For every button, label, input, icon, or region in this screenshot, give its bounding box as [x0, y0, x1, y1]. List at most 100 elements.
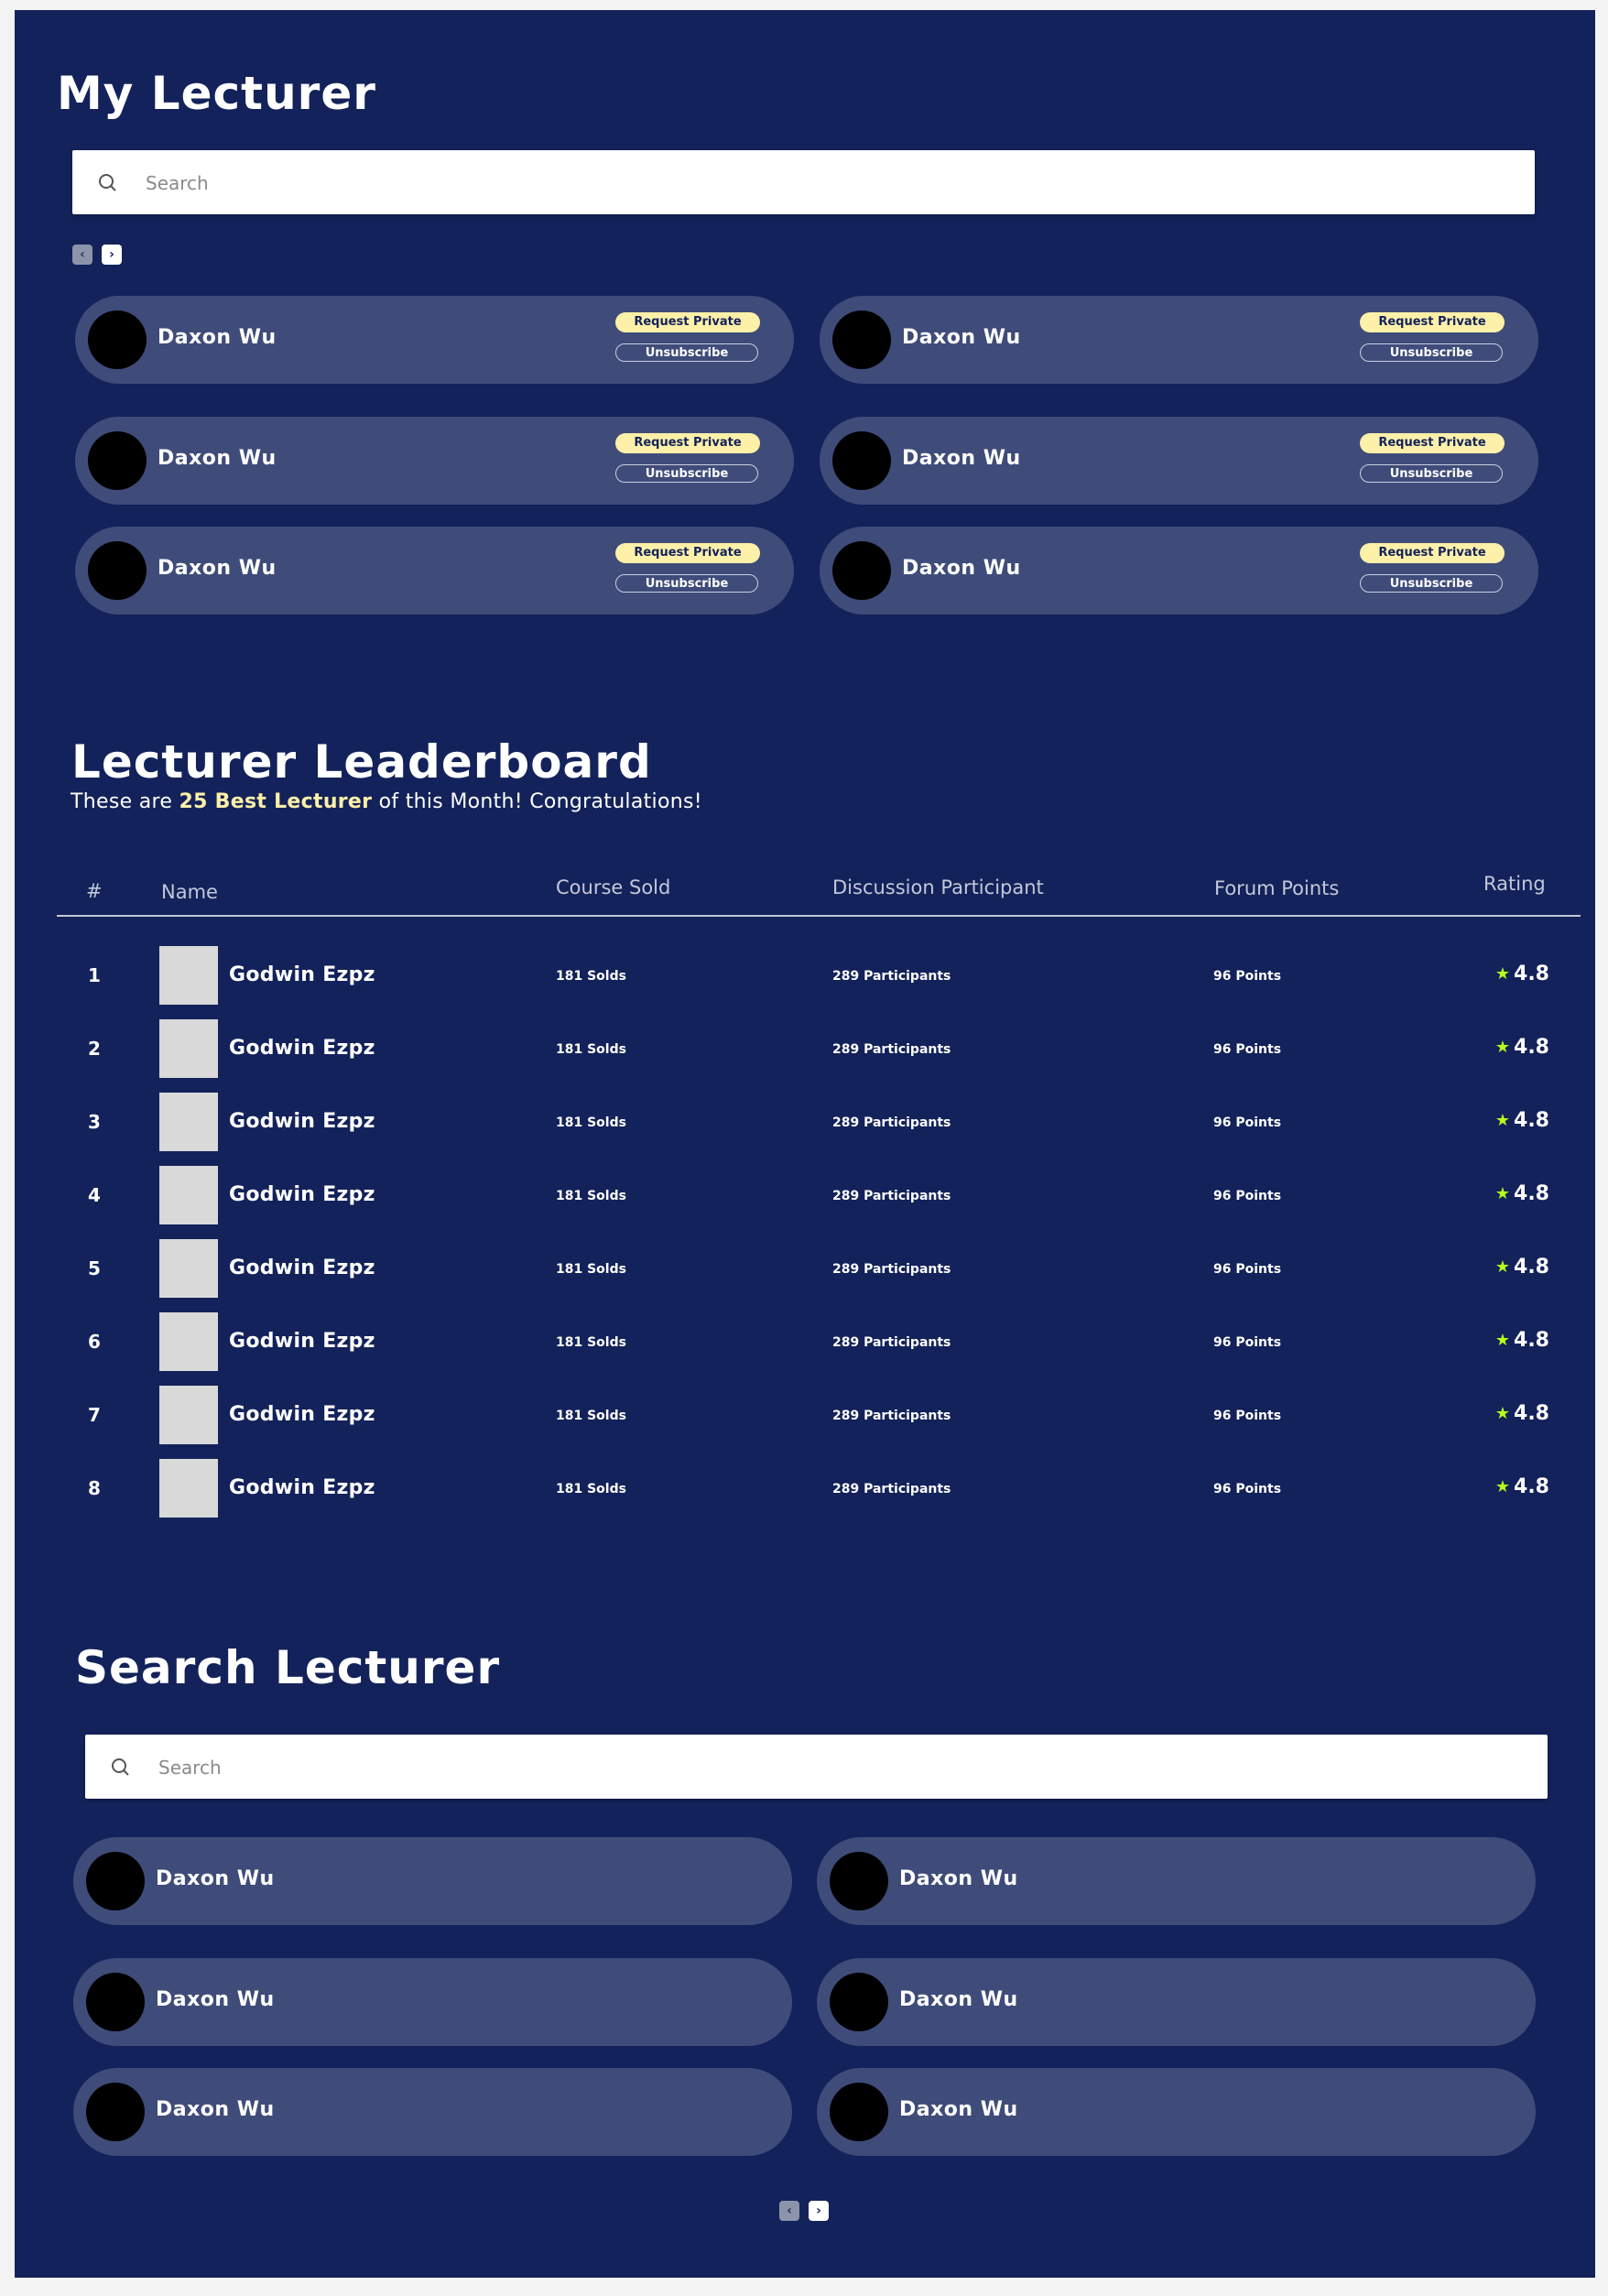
lecturer-card[interactable]: Daxon Wu: [817, 2068, 1536, 2156]
lecturer-card[interactable]: Daxon Wu: [73, 1958, 792, 2046]
request-private-button[interactable]: Request Private: [615, 312, 760, 332]
unsubscribe-button[interactable]: Unsubscribe: [1360, 574, 1503, 593]
rank: 2: [88, 1038, 101, 1060]
table-row[interactable]: 6 Godwin Ezpz 181 Solds 289 Participants…: [15, 1305, 1595, 1378]
rating: ★ 4.8: [1495, 1182, 1549, 1205]
lecturer-card[interactable]: Daxon Wu: [73, 2068, 792, 2156]
rating-value: 4.8: [1514, 963, 1549, 985]
table-row[interactable]: 1 Godwin Ezpz 181 Solds 289 Participants…: [15, 939, 1595, 1012]
star-icon: ★: [1494, 1038, 1511, 1057]
avatar: [86, 1852, 145, 1910]
lecturer-name: Daxon Wu: [902, 326, 1021, 349]
lecturer-card[interactable]: Daxon Wu Request Private Unsubscribe: [820, 296, 1538, 384]
table-row[interactable]: 4 Godwin Ezpz 181 Solds 289 Participants…: [15, 1159, 1595, 1232]
course-sold: 181 Solds: [556, 1335, 626, 1350]
rating: ★ 4.8: [1495, 1036, 1549, 1059]
avatar: [159, 1312, 218, 1371]
rating-value: 4.8: [1514, 1475, 1549, 1498]
lecturer-name: Godwin Ezpz: [229, 1183, 375, 1206]
rating: ★ 4.8: [1495, 1329, 1549, 1352]
participants: 289 Participants: [832, 1189, 951, 1203]
star-icon: ★: [1494, 964, 1511, 984]
lecturer-name: Godwin Ezpz: [229, 963, 375, 986]
rating-value: 4.8: [1514, 1036, 1549, 1059]
table-row[interactable]: 2 Godwin Ezpz 181 Solds 289 Participants…: [15, 1012, 1595, 1085]
search-lecturer-pager: ‹ ›: [779, 2201, 829, 2221]
lecturer-name: Godwin Ezpz: [229, 1403, 375, 1426]
participants: 289 Participants: [832, 1409, 951, 1423]
participants: 289 Participants: [832, 1335, 951, 1350]
rank: 6: [88, 1331, 101, 1353]
table-row[interactable]: 5 Godwin Ezpz 181 Solds 289 Participants…: [15, 1232, 1595, 1305]
unsubscribe-button[interactable]: Unsubscribe: [615, 464, 758, 483]
forum-points: 96 Points: [1213, 1189, 1282, 1203]
lecturer-card[interactable]: Daxon Wu Request Private Unsubscribe: [820, 417, 1538, 505]
lecturer-name: Godwin Ezpz: [229, 1257, 375, 1279]
unsubscribe-button[interactable]: Unsubscribe: [615, 343, 758, 362]
lecturer-name: Daxon Wu: [899, 1867, 1018, 1890]
rank: 8: [88, 1477, 101, 1499]
my-lecturer-title: My Lecturer: [57, 67, 376, 120]
avatar: [159, 1386, 218, 1444]
chevron-right-icon[interactable]: ›: [102, 245, 122, 265]
rating-value: 4.8: [1514, 1402, 1549, 1425]
chevron-right-icon[interactable]: ›: [809, 2201, 829, 2221]
forum-points: 96 Points: [1213, 1482, 1282, 1496]
search-input[interactable]: [157, 1735, 1331, 1801]
lecturer-card[interactable]: Daxon Wu: [73, 1837, 792, 1925]
subtitle-highlight: 25 Best Lecturer: [179, 790, 373, 813]
forum-points: 96 Points: [1213, 1042, 1282, 1057]
request-private-button[interactable]: Request Private: [1360, 312, 1505, 332]
table-row[interactable]: 8 Godwin Ezpz 181 Solds 289 Participants…: [15, 1452, 1595, 1525]
lecturer-card[interactable]: Daxon Wu Request Private Unsubscribe: [75, 417, 794, 505]
lecturer-card[interactable]: Daxon Wu: [817, 1837, 1536, 1925]
search-icon: [112, 1758, 129, 1776]
search-input[interactable]: [144, 150, 1318, 216]
leaderboard-title: Lecturer Leaderboard: [71, 735, 652, 789]
search-icon: [99, 174, 116, 191]
request-private-button[interactable]: Request Private: [615, 543, 760, 563]
rating: ★ 4.8: [1495, 1109, 1549, 1132]
participants: 289 Participants: [832, 1042, 951, 1057]
avatar: [86, 1973, 145, 2031]
subtitle-text: These are: [71, 790, 179, 813]
lecturer-name: Daxon Wu: [156, 2098, 275, 2121]
unsubscribe-button[interactable]: Unsubscribe: [615, 574, 758, 593]
rating-value: 4.8: [1514, 1109, 1549, 1132]
forum-points: 96 Points: [1213, 1335, 1282, 1350]
rating: ★ 4.8: [1495, 1402, 1549, 1425]
forum-points: 96 Points: [1213, 1115, 1282, 1130]
request-private-button[interactable]: Request Private: [1360, 543, 1505, 563]
chevron-left-icon[interactable]: ‹: [779, 2201, 799, 2221]
request-private-button[interactable]: Request Private: [1360, 433, 1505, 453]
avatar: [159, 1239, 218, 1298]
course-sold: 181 Solds: [556, 1042, 626, 1057]
participants: 289 Participants: [832, 1262, 951, 1277]
rating-value: 4.8: [1514, 1182, 1549, 1205]
lecturer-name: Godwin Ezpz: [229, 1110, 375, 1133]
table-row[interactable]: 3 Godwin Ezpz 181 Solds 289 Participants…: [15, 1085, 1595, 1159]
chevron-left-icon[interactable]: ‹: [72, 245, 92, 265]
lecturer-card[interactable]: Daxon Wu Request Private Unsubscribe: [75, 527, 794, 615]
avatar: [159, 1459, 218, 1518]
lecturer-card[interactable]: Daxon Wu: [817, 1958, 1536, 2046]
my-lecturer-search[interactable]: [72, 150, 1535, 216]
forum-points: 96 Points: [1213, 1262, 1282, 1277]
subtitle-text: of this Month! Congratulations!: [372, 790, 702, 813]
star-icon: ★: [1494, 1477, 1511, 1496]
unsubscribe-button[interactable]: Unsubscribe: [1360, 343, 1503, 362]
request-private-button[interactable]: Request Private: [615, 433, 760, 453]
lecturer-card[interactable]: Daxon Wu Request Private Unsubscribe: [75, 296, 794, 384]
main-panel: My Lecturer ‹ › Daxon Wu Request Private…: [15, 10, 1595, 2278]
table-row[interactable]: 7 Godwin Ezpz 181 Solds 289 Participants…: [15, 1378, 1595, 1452]
forum-points: 96 Points: [1213, 1409, 1282, 1423]
star-icon: ★: [1494, 1111, 1511, 1130]
search-lecturer-search[interactable]: [85, 1735, 1548, 1801]
unsubscribe-button[interactable]: Unsubscribe: [1360, 464, 1503, 483]
avatar: [159, 1093, 218, 1151]
avatar: [832, 541, 891, 600]
lecturer-card[interactable]: Daxon Wu Request Private Unsubscribe: [820, 527, 1538, 615]
lecturer-name: Daxon Wu: [158, 557, 277, 580]
column-header-course-sold: Course Sold: [556, 876, 671, 898]
rating: ★ 4.8: [1495, 963, 1549, 985]
